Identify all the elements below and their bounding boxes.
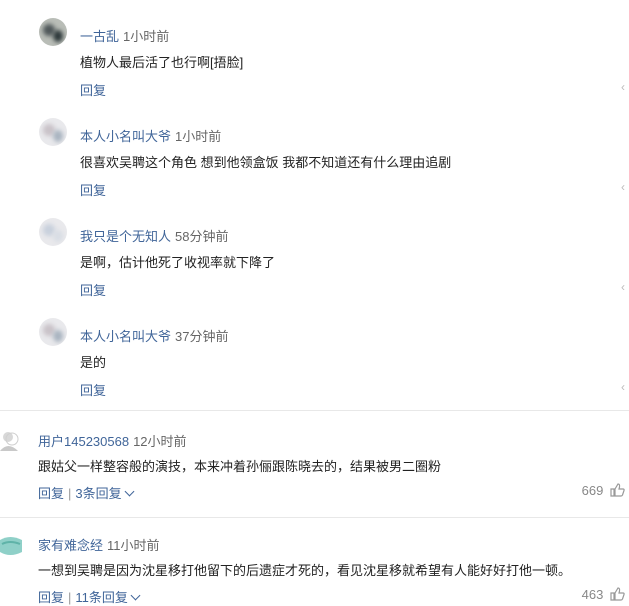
chevron-left-icon[interactable]: ‹ bbox=[621, 380, 629, 394]
reply-time: 37分钟前 bbox=[175, 329, 229, 344]
comment-actions: 回复 | 3条回复 bbox=[38, 483, 135, 502]
comment-time: 12小时前 bbox=[133, 434, 187, 449]
avatar[interactable] bbox=[39, 318, 67, 346]
reply-text: 是的 bbox=[80, 355, 107, 370]
thumbs-up-icon bbox=[610, 483, 625, 500]
like-button[interactable]: 463 bbox=[582, 587, 625, 604]
avatar[interactable] bbox=[39, 218, 67, 246]
chevron-down-icon bbox=[124, 486, 135, 497]
comment-author[interactable]: 用户145230568 12小时前 bbox=[38, 431, 187, 450]
reply-item: 本人小名叫大爷 37分钟前 是的 回复 ‹ bbox=[0, 300, 629, 400]
like-button[interactable]: 669 bbox=[582, 483, 625, 500]
reply-time: 1小时前 bbox=[123, 29, 170, 44]
avatar[interactable] bbox=[0, 427, 24, 453]
chevron-left-icon[interactable]: ‹ bbox=[621, 180, 629, 194]
comment-item: 用户145230568 12小时前 跟姑父一样整容般的演技，本来冲着孙俪跟陈晓去的… bbox=[0, 411, 629, 518]
avatar[interactable] bbox=[0, 532, 24, 558]
avatar[interactable] bbox=[39, 118, 67, 146]
comment-text: 跟姑父一样整容般的演技，本来冲着孙俪跟陈晓去的，结果被男二圈粉 bbox=[38, 459, 442, 474]
chevron-left-icon[interactable]: ‹ bbox=[621, 80, 629, 94]
reply-time: 58分钟前 bbox=[175, 229, 229, 244]
reply-item: 本人小名叫大爷 1小时前 很喜欢吴聘这个角色 想到他领盒饭 我都不知道还有什么理由… bbox=[0, 100, 629, 200]
reply-text: 是啊，估计他死了收视率就下降了 bbox=[80, 255, 276, 270]
chevron-left-icon[interactable]: ‹ bbox=[621, 280, 629, 294]
comment-text: 一想到吴聘是因为沈星移打他留下的后遗症才死的，看见沈星移就希望有人能好好打他一顿… bbox=[38, 563, 572, 578]
reply-text: 植物人最后活了也行啊[捂脸] bbox=[80, 55, 244, 70]
view-replies-button[interactable]: 11条回复 bbox=[75, 590, 141, 605]
chevron-down-icon bbox=[130, 590, 141, 601]
reply-button[interactable]: 回复 bbox=[80, 280, 106, 299]
comment-actions: 回复 | 11条回复 bbox=[38, 587, 141, 606]
comment-time: 11小时前 bbox=[107, 538, 160, 553]
comment-item: 家有难念经 11小时前 一想到吴聘是因为沈星移打他留下的后遗症才死的，看见沈星移就… bbox=[0, 518, 629, 605]
thumbs-up-icon bbox=[610, 587, 625, 604]
reply-button[interactable]: 回复 bbox=[38, 590, 64, 605]
reply-author[interactable]: 本人小名叫大爷 1小时前 bbox=[80, 126, 221, 145]
view-replies-button[interactable]: 3条回复 bbox=[75, 486, 135, 501]
reply-author[interactable]: 我只是个无知人 58分钟前 bbox=[80, 226, 228, 245]
reply-item: 一古乱 1小时前 植物人最后活了也行啊[捂脸] 回复 ‹ bbox=[0, 0, 629, 100]
reply-time: 1小时前 bbox=[175, 129, 222, 144]
reply-author[interactable]: 一古乱 1小时前 bbox=[80, 26, 169, 45]
reply-text: 很喜欢吴聘这个角色 想到他领盒饭 我都不知道还有什么理由追剧 bbox=[80, 155, 452, 170]
avatar[interactable] bbox=[39, 18, 67, 46]
like-count: 669 bbox=[581, 483, 604, 498]
comment-author[interactable]: 家有难念经 11小时前 bbox=[38, 535, 160, 554]
reply-button[interactable]: 回复 bbox=[38, 486, 64, 501]
reply-author[interactable]: 本人小名叫大爷 37分钟前 bbox=[80, 326, 228, 345]
reply-item: 我只是个无知人 58分钟前 是啊，估计他死了收视率就下降了 回复 ‹ bbox=[0, 200, 629, 300]
reply-button[interactable]: 回复 bbox=[80, 380, 106, 399]
reply-button[interactable]: 回复 bbox=[80, 180, 106, 199]
reply-button[interactable]: 回复 bbox=[80, 80, 106, 99]
like-count: 463 bbox=[581, 587, 604, 602]
